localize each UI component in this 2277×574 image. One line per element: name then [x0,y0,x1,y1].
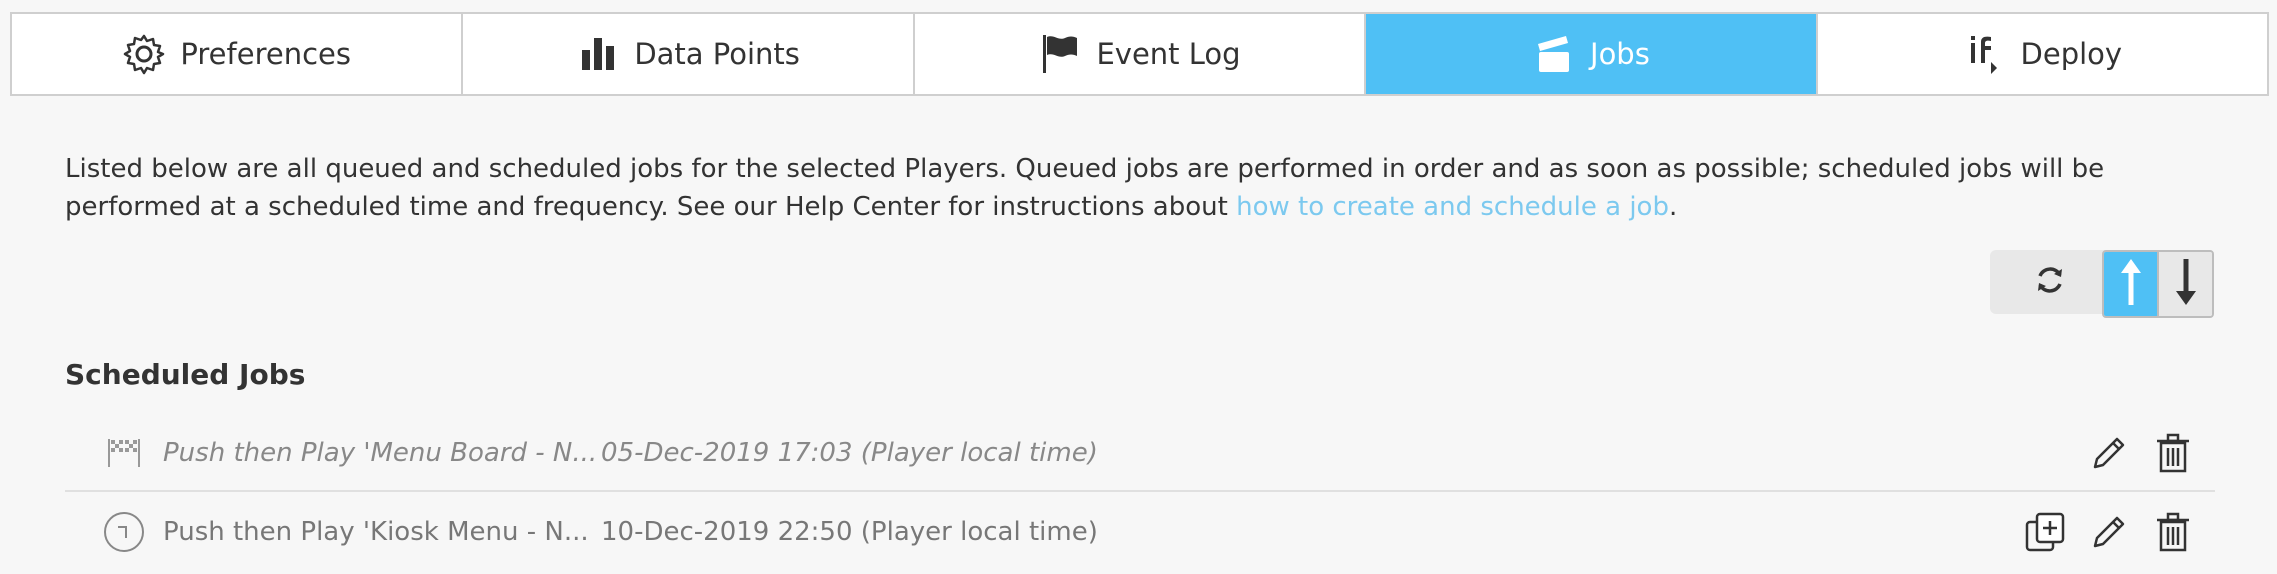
tab-label: Preferences [180,37,351,71]
tab-deploy[interactable]: Deploy [1817,14,2268,94]
sort-order-toggle [2102,250,2214,318]
trash-icon[interactable] [2151,431,2195,475]
refresh-button[interactable] [1990,250,2110,314]
gear-icon [122,32,166,76]
edit-pencil-icon[interactable] [2087,431,2131,475]
duplicate-icon[interactable] [2023,510,2067,554]
job-row[interactable]: Push then Play 'Kiosk Menu - N... 10-Dec… [65,494,2215,570]
tab-preferences[interactable]: Preferences [12,14,464,94]
flag-icon [1038,32,1082,76]
refresh-icon [2033,263,2067,301]
checkered-flags-icon [99,428,149,478]
jobs-description: Listed below are all queued and schedule… [65,150,2215,226]
clapperboard-icon [1532,32,1576,76]
tab-label: Deploy [2020,37,2123,71]
job-name: Push then Play 'Menu Board - N... [163,438,598,468]
description-suffix: . [1668,192,1678,222]
arrow-down-icon [2171,255,2201,313]
sort-descending-button[interactable] [2157,252,2212,316]
help-center-link[interactable]: how to create and schedule a job [1236,192,1669,222]
job-time: 10-Dec-2019 22:50 (Player local time) [601,517,1098,547]
edit-pencil-icon[interactable] [2087,510,2131,554]
job-name: Push then Play 'Kiosk Menu - N... [163,517,589,547]
if-logic-icon [1963,32,2007,76]
tab-label: Jobs [1590,37,1650,71]
tab-jobs[interactable]: Jobs [1366,14,1818,94]
job-time: 05-Dec-2019 17:03 (Player local time) [601,438,1098,468]
job-actions [2087,431,2195,475]
trash-icon[interactable] [2151,510,2195,554]
arrow-up-icon [2116,255,2146,313]
sort-ascending-button[interactable] [2104,252,2157,316]
description-text: Listed below are all queued and schedule… [65,154,2105,222]
clock-icon [99,507,149,557]
tab-bar: Preferences Data Points Event Log Jobs D… [10,12,2269,96]
tab-event-log[interactable]: Event Log [914,14,1367,94]
bar-chart-icon [576,32,620,76]
job-row[interactable]: Push then Play 'Menu Board - N... 05-Dec… [65,416,2215,492]
tab-label: Event Log [1096,37,1241,71]
tab-data-points[interactable]: Data Points [463,14,915,94]
tab-label: Data Points [634,37,800,71]
section-title: Scheduled Jobs [65,358,306,391]
job-actions [2023,510,2195,554]
